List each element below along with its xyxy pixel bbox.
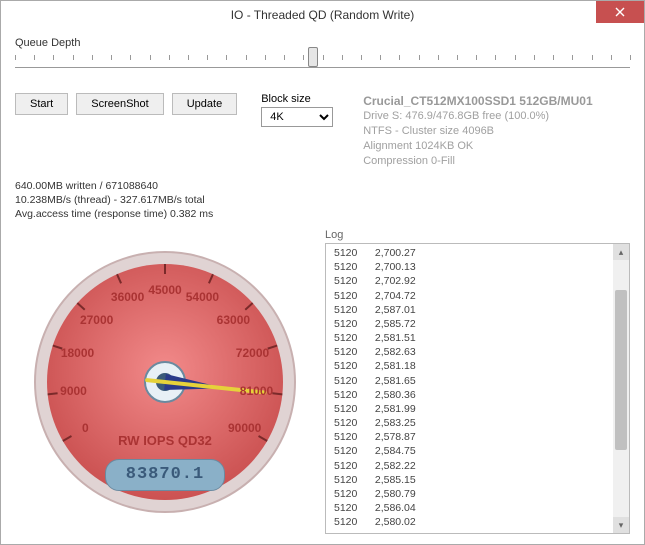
- log-row: 5120 2,700.13: [334, 260, 605, 274]
- lower-row: 0900018000270003600045000540006300072000…: [15, 229, 630, 534]
- log-row: 5120 2,584.75: [334, 444, 605, 458]
- log-scrollbar[interactable]: ▴ ▾: [613, 244, 629, 533]
- gauge-tick-label: 27000: [80, 313, 113, 327]
- log-row: 5120 2,585.72: [334, 317, 605, 331]
- stat-throughput: 10.238MB/s (thread) - 327.617MB/s total: [15, 193, 630, 207]
- gauge-display: 83870.1: [105, 459, 225, 491]
- gauge-tick-label: 18000: [61, 346, 94, 360]
- slider-thumb[interactable]: [308, 47, 318, 67]
- app-window: IO - Threaded QD (Random Write) Queue De…: [0, 0, 645, 545]
- log-box: 5120 2,700.275120 2,700.135120 2,702.925…: [325, 243, 630, 534]
- gauge: 0900018000270003600045000540006300072000…: [20, 237, 310, 527]
- gauge-tick-label: 9000: [60, 384, 87, 398]
- drive-fs: NTFS - Cluster size 4096B: [363, 124, 592, 139]
- drive-info: Crucial_CT512MX100SSD1 512GB/MU01 Drive …: [363, 93, 592, 169]
- scroll-down-icon[interactable]: ▾: [613, 517, 629, 533]
- gauge-tick-label: 36000: [111, 290, 144, 304]
- drive-free: Drive S: 476.9/476.8GB free (100.0%): [363, 109, 592, 124]
- drive-align: Alignment 1024KB OK: [363, 139, 592, 154]
- gauge-zone: 0900018000270003600045000540006300072000…: [15, 229, 315, 534]
- log-row: 5120 2,700.27: [334, 246, 605, 260]
- log-row: 5120 2,583.25: [334, 416, 605, 430]
- log-row: 5120 2,580.53: [334, 530, 605, 533]
- block-size-select[interactable]: 4K: [261, 107, 333, 127]
- close-button[interactable]: [596, 1, 644, 23]
- queue-depth-slider[interactable]: [15, 51, 630, 75]
- titlebar[interactable]: IO - Threaded QD (Random Write): [1, 1, 644, 29]
- log-row: 5120 2,586.04: [334, 501, 605, 515]
- log-row: 5120 2,585.15: [334, 473, 605, 487]
- log-row: 5120 2,580.02: [334, 515, 605, 529]
- content-area: Queue Depth Start ScreenShot Update Bloc…: [1, 29, 644, 544]
- block-size-label: Block size: [261, 93, 333, 105]
- log-row: 5120 2,580.36: [334, 388, 605, 402]
- queue-depth-label: Queue Depth: [15, 37, 630, 49]
- log-label: Log: [325, 229, 630, 241]
- gauge-tick-label: 81000: [240, 384, 273, 398]
- screenshot-button[interactable]: ScreenShot: [76, 93, 163, 115]
- drive-name: Crucial_CT512MX100SSD1 512GB/MU01: [363, 93, 592, 109]
- log-row: 5120 2,581.51: [334, 331, 605, 345]
- update-button[interactable]: Update: [172, 93, 237, 115]
- gauge-title: RW IOPS QD32: [20, 433, 310, 448]
- gauge-tick-label: 45000: [148, 283, 181, 297]
- log-row: 5120 2,704.72: [334, 289, 605, 303]
- log-row: 5120 2,582.22: [334, 459, 605, 473]
- log-content: 5120 2,700.275120 2,700.135120 2,702.925…: [326, 244, 613, 533]
- log-zone: Log 5120 2,700.275120 2,700.135120 2,702…: [325, 229, 630, 534]
- log-row: 5120 2,581.18: [334, 359, 605, 373]
- log-row: 5120 2,582.63: [334, 345, 605, 359]
- log-row: 5120 2,587.01: [334, 303, 605, 317]
- drive-comp: Compression 0-Fill: [363, 154, 592, 169]
- block-size-section: Block size 4K: [261, 93, 333, 127]
- stat-written: 640.00MB written / 671088640: [15, 179, 630, 193]
- scroll-up-icon[interactable]: ▴: [613, 244, 629, 260]
- log-row: 5120 2,581.99: [334, 402, 605, 416]
- scroll-thumb[interactable]: [615, 290, 627, 450]
- window-title: IO - Threaded QD (Random Write): [1, 8, 644, 22]
- stats-block: 640.00MB written / 671088640 10.238MB/s …: [15, 179, 630, 222]
- start-button[interactable]: Start: [15, 93, 68, 115]
- log-row: 5120 2,578.87: [334, 430, 605, 444]
- controls-row: Start ScreenShot Update Block size 4K Cr…: [15, 93, 630, 169]
- gauge-tick-label: 63000: [217, 313, 250, 327]
- log-row: 5120 2,580.79: [334, 487, 605, 501]
- log-row: 5120 2,581.65: [334, 374, 605, 388]
- stat-latency: Avg.access time (response time) 0.382 ms: [15, 207, 630, 221]
- gauge-tick-label: 54000: [186, 290, 219, 304]
- log-row: 5120 2,702.92: [334, 274, 605, 288]
- gauge-tick-label: 72000: [236, 346, 269, 360]
